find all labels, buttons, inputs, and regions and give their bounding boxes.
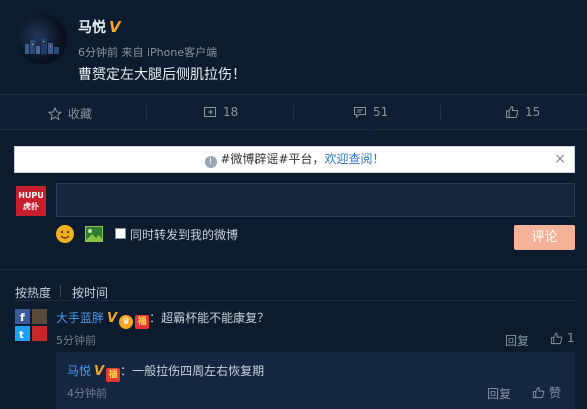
post-author-name[interactable]: 马悦 [78,20,106,36]
crown-badge-icon: ♛ [119,315,134,329]
section-divider [0,269,587,270]
comment-author[interactable]: 大手蓝胖 [56,311,104,325]
post-time[interactable]: 6分钟前 [78,46,118,59]
favorite-label: 收藏 [68,107,93,121]
submit-comment-button[interactable]: 评论 [514,225,575,250]
comment-text: ：超霸杯能不能康复？ [149,311,270,325]
svg-text:f: f [20,311,25,324]
red-envelope-icon: 福 [135,315,150,329]
comment-time: 5分钟前 [56,334,96,347]
red-badge-thumbnail [31,325,47,341]
post-source: 来自 iPhone客户端 [121,46,218,59]
like-button[interactable]: 15 [505,105,540,119]
tab-separator [60,285,61,297]
comment-count: 51 [373,105,389,119]
comment-input[interactable] [56,183,575,217]
comment-like-button[interactable]: 1 [550,331,575,345]
nested-like-label: 赞 [549,386,562,400]
tab-sort-hot[interactable]: 按热度 [15,284,51,301]
star-icon [48,106,62,121]
photo-thumbnail [31,309,47,324]
action-bar: 收藏 18 51 15 [0,94,587,130]
thumbs-up-icon [506,105,519,118]
like-count: 15 [525,105,541,119]
hupu-logo-subtext: 虎扑 [23,202,39,211]
post-content: 曹赟定左大腿后侧肌拉伤！ [78,67,246,83]
repost-icon [204,107,216,117]
twitter-icon: t [15,325,30,341]
thumbs-up-icon [532,386,545,399]
comment-pointer [365,128,379,135]
rumor-banner: ! #微博辟谣#平台，欢迎查阅！ × [14,146,575,173]
nested-reply-button[interactable]: 回复 [487,385,511,402]
nested-reply-line: 马悦 V 福：一般拉伤四周左右恢复期 [67,362,264,382]
thumbs-up-icon [550,332,563,344]
info-icon: ! [204,156,217,168]
banner-link[interactable]: 欢迎查阅！ [324,152,384,166]
nested-reply-text: ：一般拉伤四周左右恢复期 [120,364,265,378]
action-divider [146,105,147,121]
tab-sort-time[interactable]: 按时间 [72,284,108,301]
comment-icon [354,107,366,119]
comment-button[interactable]: 51 [353,105,388,119]
red-envelope-icon: 福 [106,368,121,382]
close-icon[interactable]: × [554,147,566,172]
nested-reply-author[interactable]: 马悦 [67,364,91,378]
emoji-icon[interactable] [56,225,74,243]
post-meta: 6分钟前 来自 iPhone客户端 [78,44,217,60]
verified-icon: V [94,364,105,379]
tab-divider [14,300,575,301]
svg-text:t: t [19,330,24,341]
repost-checkbox[interactable] [115,228,126,239]
verified-icon: V [109,18,121,36]
nested-reply-time: 4分钟前 [67,387,107,400]
comment-line: 大手蓝胖 V ♛ 福：超霸杯能不能康复？ [56,309,269,329]
facebook-icon: f [15,309,30,324]
nested-like-button[interactable]: 赞 [532,384,561,401]
verified-icon: V [107,311,118,326]
repost-checkbox-label[interactable]: 同时转发到我的微博 [130,226,238,243]
action-divider [293,105,294,121]
repost-count: 18 [223,105,239,119]
comment-like-count: 1 [567,331,575,345]
image-icon[interactable] [85,226,103,242]
author-avatar[interactable] [17,14,67,64]
hupu-logo-text: HUPU [18,191,44,200]
avatar-city-image [25,38,59,54]
banner-text: #微博辟谣#平台， [220,152,325,166]
favorite-button[interactable]: 收藏 [48,105,92,122]
user-avatar-hupu[interactable]: HUPU 虎扑 [16,186,46,216]
repost-button[interactable]: 18 [203,105,238,119]
comment-avatar[interactable]: f t [15,309,47,341]
reply-button[interactable]: 回复 [505,332,529,349]
action-divider [440,105,441,121]
post-author[interactable]: 马悦 V [78,17,121,37]
